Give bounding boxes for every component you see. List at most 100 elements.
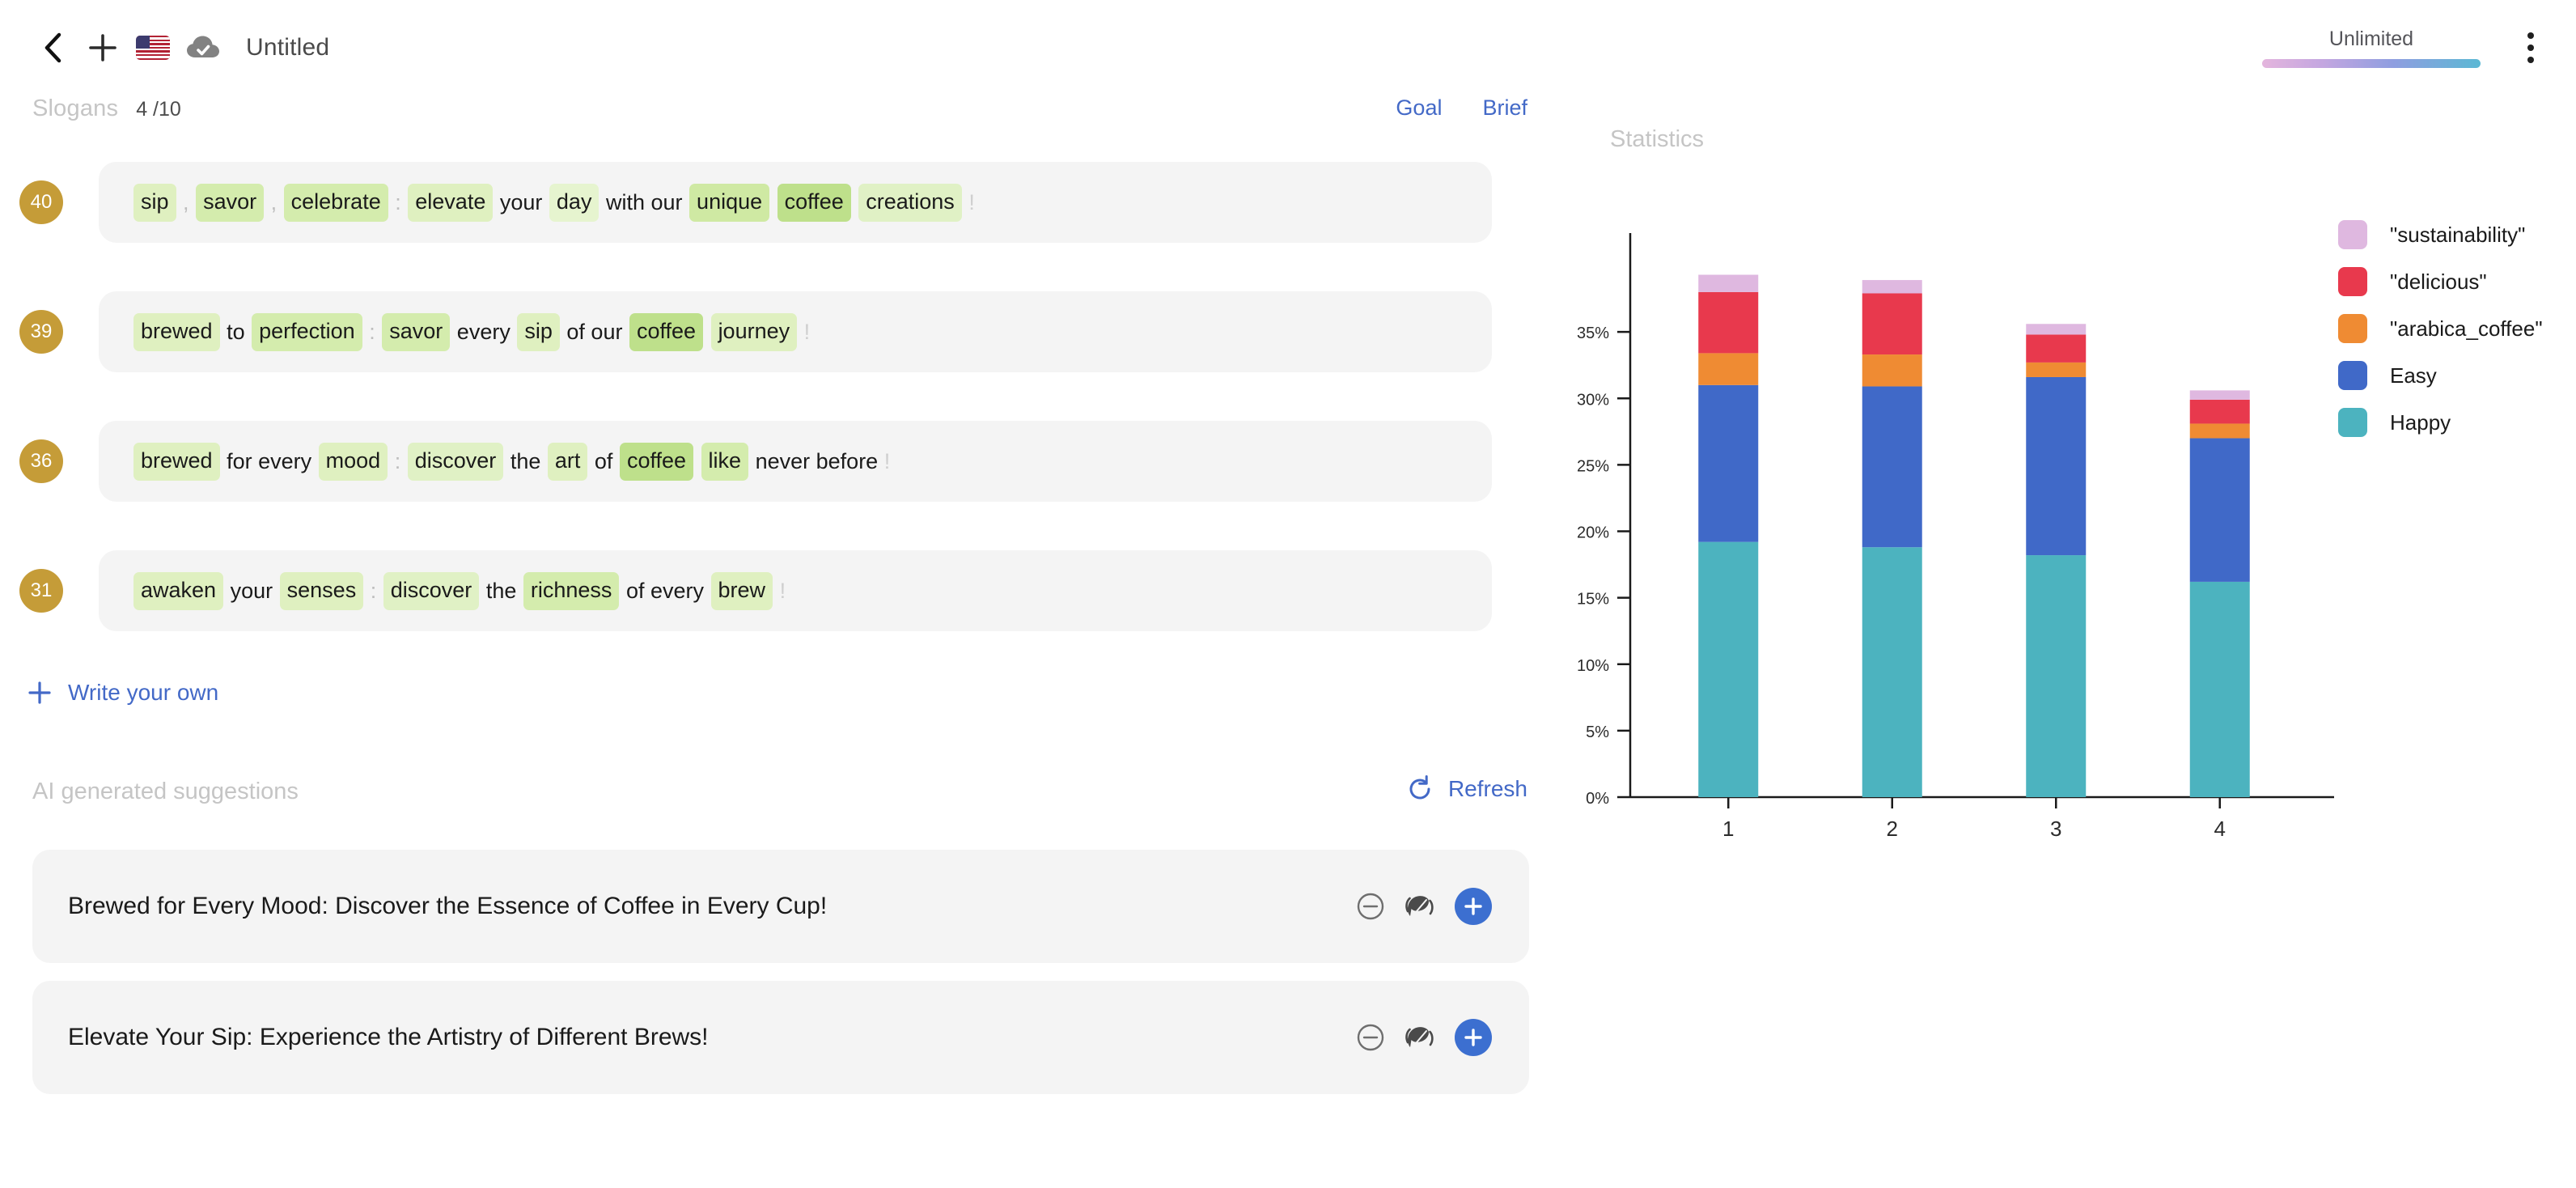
minus-circle-icon [1356,1023,1385,1052]
write-your-own-button[interactable]: Write your own [0,680,218,706]
add-suggestion-button[interactable] [1455,888,1492,925]
token-space [224,580,231,602]
rewrite-suggestion-button[interactable] [1405,891,1435,922]
slogan-word: : [395,192,401,214]
slogan-text[interactable]: awaken your senses : discover the richne… [99,550,1492,631]
slogan-row[interactable]: 39 brewed to perfection : savor every sip… [0,291,1561,372]
legend-label: "arabica_coffee" [2390,316,2543,342]
slogan-text[interactable]: brewed to perfection : savor every sip o… [99,291,1492,372]
y-axis-tick-label: 20% [1577,524,1609,542]
dismiss-suggestion-button[interactable] [1356,892,1385,921]
back-button[interactable] [28,23,78,73]
legend-item[interactable]: Easy [2338,358,2543,393]
add-suggestion-button[interactable] [1455,1019,1492,1056]
y-axis-tick-label: 15% [1577,591,1609,609]
token-space [878,451,884,473]
token-space [480,580,486,602]
ai-suggestion-card[interactable]: Brewed for Every Mood: Discover the Esse… [32,850,1529,963]
cloud-save-status-button[interactable] [178,23,228,73]
document-title[interactable]: Untitled [246,34,329,62]
token-space [561,321,567,343]
slogan-word: every [258,451,311,473]
plan-progress-bar [2262,59,2481,68]
top-bar-right-group: Unlimited [2262,0,2576,95]
token-space [221,321,227,343]
slogan-word: before [816,451,879,473]
slogan-word: : [371,580,377,602]
token-space [311,451,318,473]
slogan-word: of [566,321,585,343]
bar-segment [1698,274,1758,291]
slogan-row[interactable]: 40 sip , savor , celebrate : elevate your… [0,162,1561,243]
slogans-header-actions: Goal Brief [1396,95,1527,121]
kebab-dot [2527,57,2534,63]
legend-item[interactable]: "delicious" [2338,264,2543,299]
refresh-button[interactable]: Refresh [1406,775,1527,803]
slogan-row[interactable]: 36brewed for every mood : discover the a… [0,421,1561,502]
slogan-keyword: like [701,443,749,481]
overflow-menu-button[interactable] [2508,19,2553,76]
brief-button[interactable]: Brief [1482,95,1527,121]
goal-button[interactable]: Goal [1396,95,1442,121]
bar-segment [2190,390,2250,399]
dismiss-suggestion-button[interactable] [1356,1023,1385,1052]
slogan-score-badge: 31 [19,569,63,613]
bar-segment [2190,423,2250,438]
token-space [364,580,371,602]
token-space [388,451,395,473]
ai-suggestion-card[interactable]: Elevate Your Sip: Experience the Artistr… [32,981,1529,1094]
token-space [749,451,756,473]
chart-legend: "sustainability" "delicious" "arabica_coff… [2338,217,2543,440]
y-axis-tick-label: 0% [1586,790,1609,808]
slogans-count: 4 /10 [136,98,181,121]
slogan-keyword: senses [280,572,364,610]
bar-segment [2026,555,2086,797]
slogan-row[interactable]: 31 awaken your senses : discover the rich… [0,550,1561,631]
legend-item[interactable]: Happy [2338,405,2543,440]
slogan-word: ! [968,192,975,214]
token-space [494,192,500,214]
plus-icon [1463,896,1484,917]
legend-item[interactable]: "sustainability" [2338,217,2543,252]
add-button[interactable] [78,23,128,73]
us-flag-icon [136,36,170,60]
slogan-keyword: day [549,184,600,222]
bar-segment [1862,280,1922,293]
ai-suggestions-header: AI generated suggestions Refresh [0,779,1561,824]
rewrite-suggestion-button[interactable] [1405,1022,1435,1053]
slogan-text[interactable]: sip , savor , celebrate : elevate your d… [99,162,1492,243]
cloud-saved-icon [186,35,220,61]
token-space [890,451,896,473]
slogan-word: to [227,321,245,343]
bar-segment [2026,334,2086,362]
token-space [588,451,595,473]
token-space [770,192,777,214]
bar-segment [2190,400,2250,424]
token-space [683,192,689,214]
slogan-keyword: journey [711,313,798,351]
token-space [704,321,710,343]
slogan-word: , [183,192,189,214]
token-space [189,192,196,214]
legend-item[interactable]: "arabica_coffee" [2338,311,2543,346]
slogan-keyword: discover [383,572,480,610]
slogan-word: the [486,580,517,602]
feather-rewrite-icon [1405,1022,1435,1053]
ai-suggestions-list: Brewed for Every Mood: Discover the Esse… [0,850,1561,1094]
slogan-score-badge: 40 [19,180,63,224]
token-space [504,451,511,473]
slogan-keyword: mood [319,443,388,481]
slogan-keyword: discover [408,443,504,481]
token-space [516,580,523,602]
token-space [221,451,227,473]
bar-segment [1698,292,1758,354]
write-your-own-label: Write your own [68,680,218,706]
plan-usage-indicator[interactable]: Unlimited [2262,28,2481,68]
token-space [786,580,792,602]
legend-color-swatch [2338,220,2367,249]
slogan-text[interactable]: brewed for every mood : discover the art… [99,421,1492,502]
y-axis-tick-label: 25% [1577,457,1609,475]
slogan-score-badge: 39 [19,310,63,354]
slogan-word: : [369,321,375,343]
language-selector-button[interactable] [128,23,178,73]
